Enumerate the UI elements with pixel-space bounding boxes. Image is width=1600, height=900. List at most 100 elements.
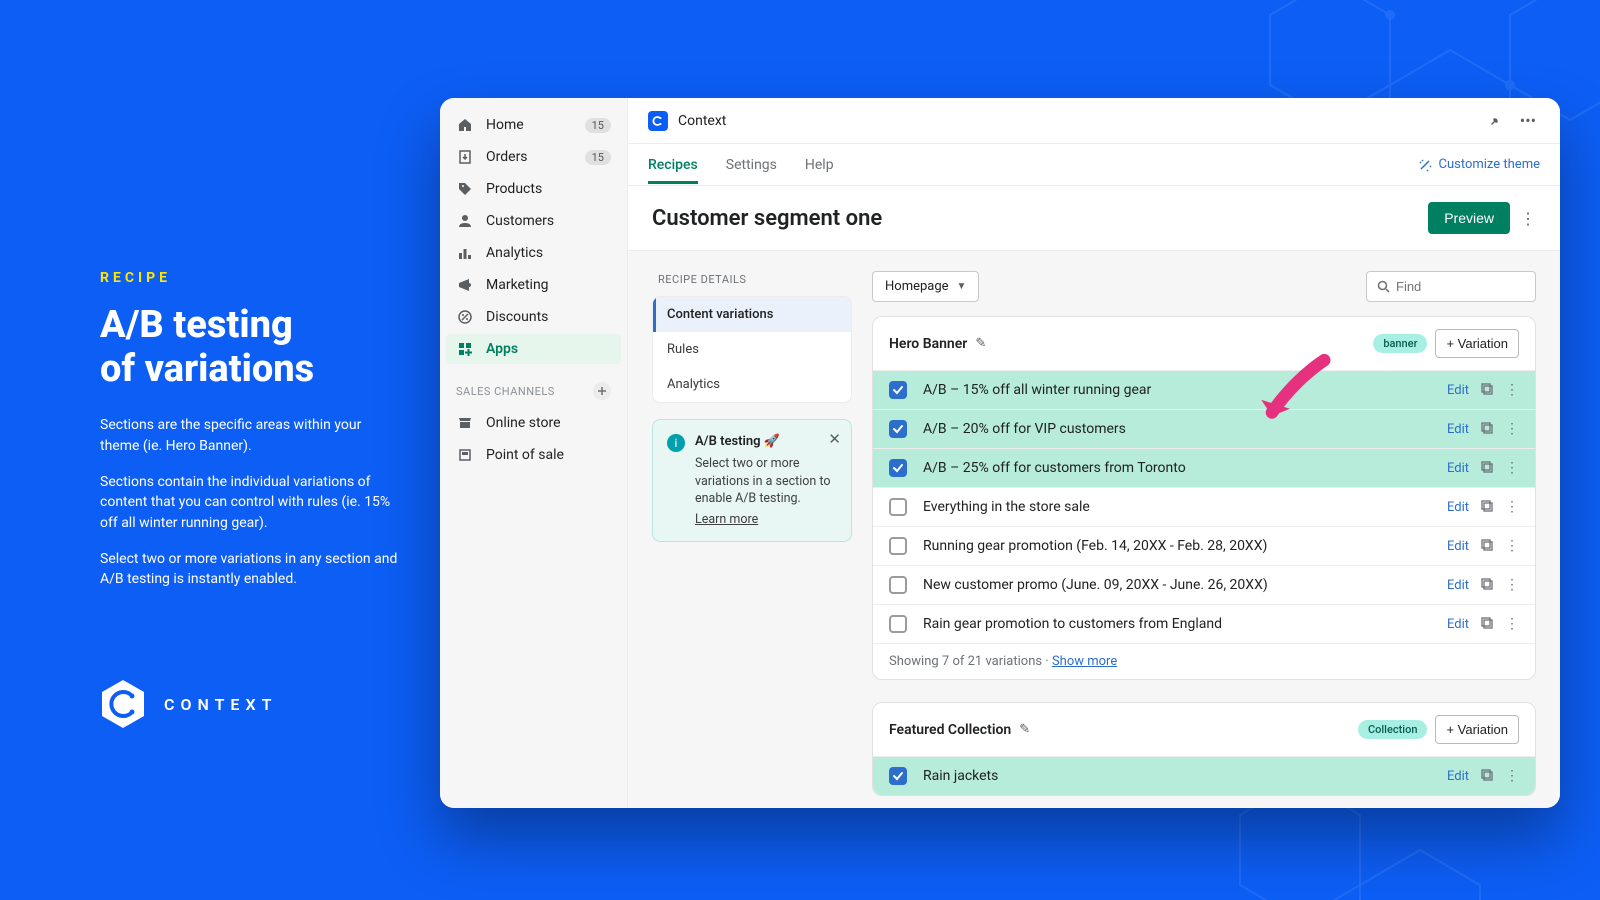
admin-nav: Home 15 Orders 15 Products Customers Ana… bbox=[440, 98, 628, 808]
duplicate-icon[interactable] bbox=[1481, 617, 1495, 631]
subnav-analytics[interactable]: Analytics bbox=[653, 367, 851, 402]
page-more-icon[interactable]: ⋮ bbox=[1520, 209, 1536, 228]
nav-online-store[interactable]: Online store bbox=[440, 408, 627, 438]
nav-discounts[interactable]: Discounts bbox=[440, 302, 627, 332]
edit-title-icon[interactable]: ✎ bbox=[1019, 722, 1030, 737]
nav-analytics[interactable]: Analytics bbox=[440, 238, 627, 268]
edit-link[interactable]: Edit bbox=[1447, 769, 1469, 784]
app-window: Home 15 Orders 15 Products Customers Ana… bbox=[440, 98, 1560, 808]
variation-label: New customer promo (June. 09, 20XX - Jun… bbox=[923, 577, 1447, 593]
edit-link[interactable]: Edit bbox=[1447, 539, 1469, 554]
duplicate-icon[interactable] bbox=[1481, 383, 1495, 397]
variation-row[interactable]: A/B – 20% off for VIP customersEdit⋮ bbox=[873, 409, 1535, 448]
apps-icon bbox=[456, 340, 474, 358]
add-variation-button[interactable]: + Variation bbox=[1435, 715, 1519, 744]
variation-row[interactable]: New customer promo (June. 09, 20XX - Jun… bbox=[873, 565, 1535, 604]
learn-more-link[interactable]: Learn more bbox=[695, 512, 758, 527]
nav-marketing[interactable]: Marketing bbox=[440, 270, 627, 300]
recipe-subnav: Content variations Rules Analytics bbox=[652, 296, 852, 403]
edit-link[interactable]: Edit bbox=[1447, 617, 1469, 632]
app-logo-icon bbox=[648, 111, 668, 131]
checkbox[interactable] bbox=[889, 615, 907, 633]
row-more-icon[interactable]: ⋮ bbox=[1505, 499, 1519, 515]
pin-icon[interactable] bbox=[1484, 110, 1506, 132]
nav-label: Home bbox=[486, 117, 524, 133]
duplicate-icon[interactable] bbox=[1481, 422, 1495, 436]
orders-icon bbox=[456, 148, 474, 166]
nav-badge: 15 bbox=[585, 150, 611, 165]
bars-icon bbox=[456, 244, 474, 262]
discount-icon bbox=[456, 308, 474, 326]
page-selector[interactable]: Homepage ▼ bbox=[872, 271, 979, 302]
nav-home[interactable]: Home 15 bbox=[440, 110, 627, 140]
nav-label: Products bbox=[486, 181, 542, 197]
duplicate-icon[interactable] bbox=[1481, 769, 1495, 783]
promo-paragraph-2: Sections contain the individual variatio… bbox=[100, 472, 400, 533]
variation-row[interactable]: A/B – 15% off all winter running gearEdi… bbox=[873, 370, 1535, 409]
app-title: Context bbox=[678, 113, 726, 129]
edit-link[interactable]: Edit bbox=[1447, 500, 1469, 515]
edit-link[interactable]: Edit bbox=[1447, 383, 1469, 398]
tab-help[interactable]: Help bbox=[805, 146, 834, 184]
row-more-icon[interactable]: ⋮ bbox=[1505, 460, 1519, 476]
home-icon bbox=[456, 116, 474, 134]
nav-badge: 15 bbox=[585, 118, 611, 133]
edit-link[interactable]: Edit bbox=[1447, 422, 1469, 437]
search-input[interactable] bbox=[1396, 279, 1525, 294]
variation-row[interactable]: Running gear promotion (Feb. 14, 20XX - … bbox=[873, 526, 1535, 565]
variation-row[interactable]: Rain jacketsEdit⋮ bbox=[873, 756, 1535, 795]
variation-row[interactable]: Rain gear promotion to customers from En… bbox=[873, 604, 1535, 643]
show-more-link[interactable]: Show more bbox=[1052, 654, 1117, 669]
checkbox[interactable] bbox=[889, 381, 907, 399]
megaphone-icon bbox=[456, 276, 474, 294]
nav-products[interactable]: Products bbox=[440, 174, 627, 204]
row-more-icon[interactable]: ⋮ bbox=[1505, 577, 1519, 593]
add-variation-button[interactable]: + Variation bbox=[1435, 329, 1519, 358]
promo-paragraph-1: Sections are the specific areas within y… bbox=[100, 415, 400, 456]
nav-orders[interactable]: Orders 15 bbox=[440, 142, 627, 172]
preview-button[interactable]: Preview bbox=[1428, 202, 1510, 234]
duplicate-icon[interactable] bbox=[1481, 539, 1495, 553]
checkbox[interactable] bbox=[889, 459, 907, 477]
edit-title-icon[interactable]: ✎ bbox=[975, 336, 986, 351]
row-more-icon[interactable]: ⋮ bbox=[1505, 538, 1519, 554]
more-icon[interactable]: ••• bbox=[1516, 107, 1540, 134]
customize-theme-link[interactable]: Customize theme bbox=[1418, 157, 1540, 172]
duplicate-icon[interactable] bbox=[1481, 578, 1495, 592]
person-icon bbox=[456, 212, 474, 230]
checkbox[interactable] bbox=[889, 537, 907, 555]
callout-title: A/B testing 🚀 bbox=[695, 434, 837, 449]
sales-channels-header: SALES CHANNELS bbox=[440, 366, 627, 406]
checkbox[interactable] bbox=[889, 767, 907, 785]
tab-recipes[interactable]: Recipes bbox=[648, 146, 698, 184]
edit-link[interactable]: Edit bbox=[1447, 578, 1469, 593]
duplicate-icon[interactable] bbox=[1481, 500, 1495, 514]
nav-apps[interactable]: Apps bbox=[446, 334, 621, 364]
checkbox[interactable] bbox=[889, 420, 907, 438]
close-icon[interactable]: ✕ bbox=[828, 430, 841, 448]
nav-pos[interactable]: Point of sale bbox=[440, 440, 627, 470]
checkbox[interactable] bbox=[889, 498, 907, 516]
row-more-icon[interactable]: ⋮ bbox=[1505, 382, 1519, 398]
section-type-chip: Collection bbox=[1358, 720, 1428, 739]
search-box[interactable] bbox=[1366, 271, 1536, 302]
duplicate-icon[interactable] bbox=[1481, 461, 1495, 475]
tab-settings[interactable]: Settings bbox=[726, 146, 777, 184]
variation-row[interactable]: Everything in the store saleEdit⋮ bbox=[873, 487, 1535, 526]
row-more-icon[interactable]: ⋮ bbox=[1505, 768, 1519, 784]
subnav-content-variations[interactable]: Content variations bbox=[653, 297, 851, 332]
nav-label: Online store bbox=[486, 415, 561, 431]
nav-label: Customers bbox=[486, 213, 554, 229]
variation-row[interactable]: A/B – 25% off for customers from Toronto… bbox=[873, 448, 1535, 487]
row-more-icon[interactable]: ⋮ bbox=[1505, 616, 1519, 632]
checkbox[interactable] bbox=[889, 576, 907, 594]
nav-customers[interactable]: Customers bbox=[440, 206, 627, 236]
add-channel-button[interactable] bbox=[593, 382, 611, 400]
main-area: Context ••• Recipes Settings Help Custom… bbox=[628, 98, 1560, 808]
section-type-chip: banner bbox=[1373, 334, 1427, 353]
section-card-featured-collection: Featured Collection ✎ Collection + Varia… bbox=[872, 702, 1536, 796]
subnav-rules[interactable]: Rules bbox=[653, 332, 851, 367]
edit-link[interactable]: Edit bbox=[1447, 461, 1469, 476]
row-more-icon[interactable]: ⋮ bbox=[1505, 421, 1519, 437]
nav-label: Analytics bbox=[486, 245, 543, 261]
